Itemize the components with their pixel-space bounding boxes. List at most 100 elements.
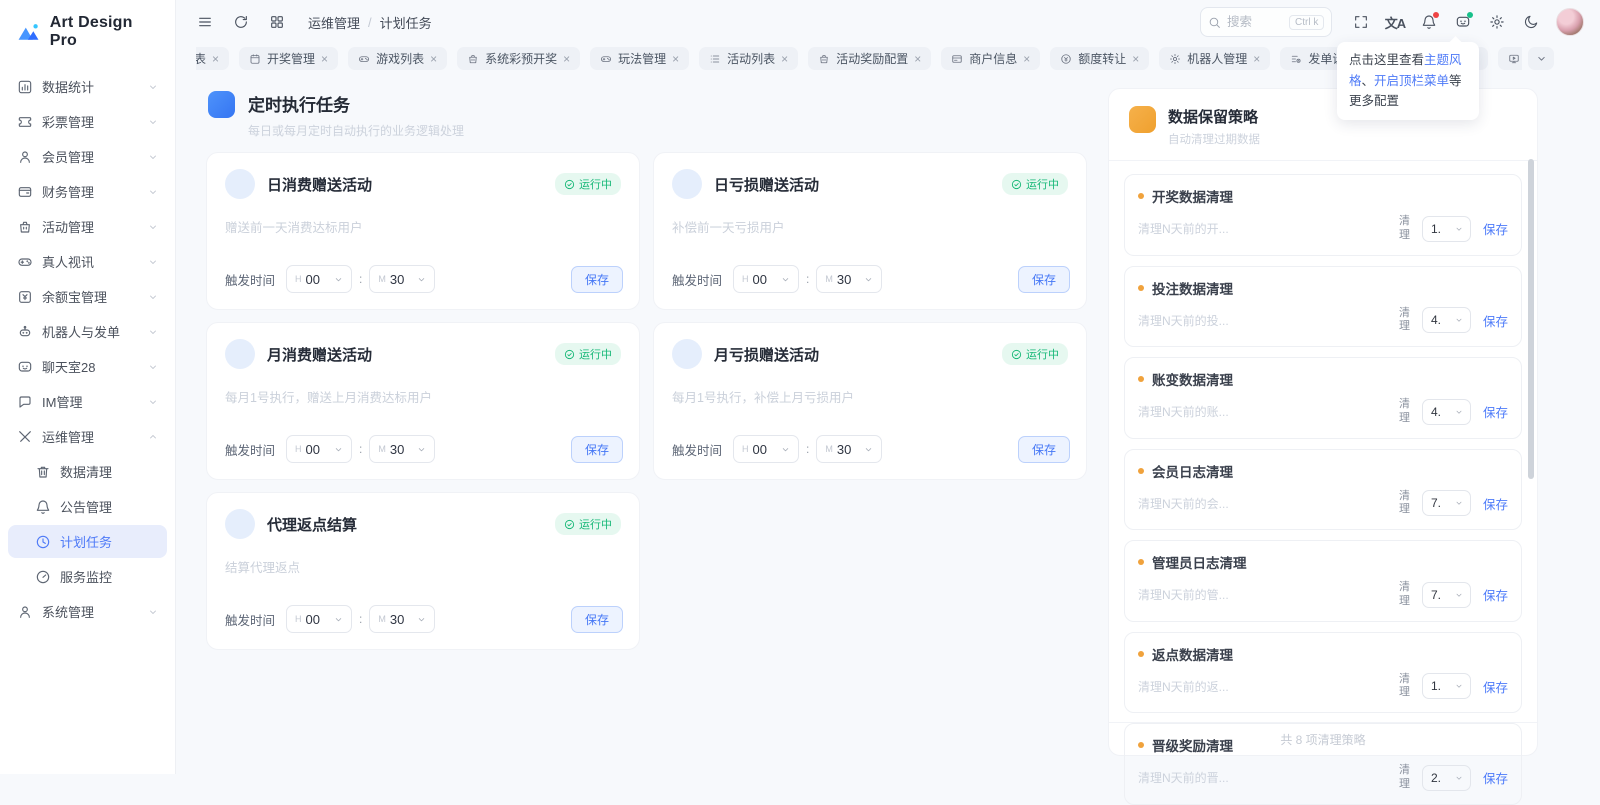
minute-select[interactable]: M30 — [369, 435, 435, 463]
apps-button[interactable] — [262, 7, 292, 37]
save-link[interactable]: 保存 — [1483, 311, 1508, 330]
time-separator: : — [359, 442, 362, 456]
menu-toggle-button[interactable] — [190, 7, 220, 37]
chevron-down-icon — [1454, 590, 1464, 600]
hour-select[interactable]: H00 — [733, 435, 799, 463]
hour-select[interactable]: H00 — [286, 265, 352, 293]
tab-system-lottery[interactable]: 系统彩预开奖× — [457, 47, 580, 70]
close-icon[interactable]: × — [672, 53, 679, 65]
tab-list[interactable]: 单列表× — [196, 47, 229, 70]
minute-select[interactable]: M30 — [816, 435, 882, 463]
sidebar-item-robot[interactable]: 机器人与发单 — [8, 315, 167, 348]
language-button[interactable]: 文A — [1380, 7, 1410, 37]
save-button[interactable]: 保存 — [571, 266, 623, 293]
close-icon[interactable]: × — [1253, 53, 1260, 65]
tab-live-monitor[interactable]: 实时监控× — [1498, 47, 1522, 70]
minute-select[interactable]: M30 — [369, 265, 435, 293]
close-icon[interactable]: × — [1132, 53, 1139, 65]
sidebar-item-live-video[interactable]: 真人视讯 — [8, 245, 167, 278]
top-menu-link[interactable]: 开启顶栏菜单 — [1374, 74, 1449, 88]
sidebar-item-scheduled-tasks[interactable]: 计划任务 — [8, 525, 167, 558]
sidebar-item-data-stats[interactable]: 数据统计 — [8, 70, 167, 103]
save-link[interactable]: 保存 — [1483, 768, 1508, 787]
days-select[interactable]: 1. — [1422, 673, 1471, 699]
days-select[interactable]: 2. — [1422, 765, 1471, 791]
task-title: 月亏损赠送活动 — [714, 344, 819, 365]
tab-activity-list[interactable]: 活动列表× — [699, 47, 798, 70]
breadcrumb-parent[interactable]: 运维管理 — [308, 13, 360, 32]
days-select[interactable]: 4. — [1422, 399, 1471, 425]
sidebar-item-finance[interactable]: 财务管理 — [8, 175, 167, 208]
save-link[interactable]: 保存 — [1483, 585, 1508, 604]
status-badge: 运行中 — [555, 513, 621, 535]
sidebar-item-activity[interactable]: 活动管理 — [8, 210, 167, 243]
close-icon[interactable]: × — [914, 53, 921, 65]
app-logo[interactable]: Art Design Pro — [0, 0, 175, 62]
days-select[interactable]: 7. — [1422, 582, 1471, 608]
tab-play-manage[interactable]: 玩法管理× — [590, 47, 689, 70]
messages-button[interactable] — [1448, 7, 1478, 37]
gamepad-icon — [17, 254, 33, 270]
message-dot — [1467, 12, 1473, 18]
sidebar-item-data-clean[interactable]: 数据清理 — [8, 455, 167, 488]
settings-button[interactable] — [1482, 7, 1512, 37]
tab-robot-manage[interactable]: 机器人管理× — [1159, 47, 1270, 70]
save-button[interactable]: 保存 — [1018, 266, 1070, 293]
global-search[interactable]: Ctrl k — [1200, 7, 1332, 37]
task-avatar — [225, 169, 255, 199]
dark-mode-button[interactable] — [1516, 7, 1546, 37]
save-button[interactable]: 保存 — [1018, 436, 1070, 463]
hour-select[interactable]: H00 — [733, 265, 799, 293]
hour-select[interactable]: H00 — [286, 605, 352, 633]
save-link[interactable]: 保存 — [1483, 494, 1508, 513]
sidebar-item-members[interactable]: 会员管理 — [8, 140, 167, 173]
tab-label: 开奖管理 — [267, 50, 315, 67]
sidebar-item-yuebao[interactable]: 余额宝管理 — [8, 280, 167, 313]
save-link[interactable]: 保存 — [1483, 219, 1508, 238]
panel-scrollbar[interactable] — [1528, 159, 1534, 479]
task-title: 月消费赠送活动 — [267, 344, 372, 365]
close-icon[interactable]: × — [430, 53, 437, 65]
minute-select[interactable]: M30 — [816, 265, 882, 293]
tab-draw-manage[interactable]: 开奖管理 × — [239, 47, 338, 70]
close-icon[interactable]: × — [781, 53, 788, 65]
tab-game-list[interactable]: 游戏列表× — [348, 47, 447, 70]
close-icon[interactable]: × — [321, 53, 328, 65]
days-value: 1. — [1431, 222, 1441, 236]
sidebar-item-announcement[interactable]: 公告管理 — [8, 490, 167, 523]
minute-select[interactable]: M30 — [369, 605, 435, 633]
refresh-button[interactable] — [226, 7, 256, 37]
hour-select[interactable]: H00 — [286, 435, 352, 463]
bullet-icon — [1138, 193, 1144, 199]
close-icon[interactable]: × — [212, 53, 219, 65]
sidebar-item-system[interactable]: 系统管理 — [8, 595, 167, 628]
days-select[interactable]: 7. — [1422, 490, 1471, 516]
tab-merchant-info[interactable]: 商户信息× — [941, 47, 1040, 70]
save-link[interactable]: 保存 — [1483, 402, 1508, 421]
fullscreen-button[interactable] — [1346, 7, 1376, 37]
close-icon[interactable]: × — [1023, 53, 1030, 65]
sidebar-item-ops[interactable]: 运维管理 — [8, 420, 167, 453]
search-input[interactable] — [1227, 15, 1283, 29]
avatar[interactable] — [1556, 8, 1584, 36]
save-button[interactable]: 保存 — [571, 606, 623, 633]
chevron-down-icon — [147, 606, 159, 618]
notifications-button[interactable] — [1414, 7, 1444, 37]
close-icon[interactable]: × — [563, 53, 570, 65]
days-value: 4. — [1431, 313, 1441, 327]
sidebar-item-chatroom[interactable]: 聊天室28 — [8, 350, 167, 383]
tab-activity-reward[interactable]: 活动奖励配置× — [808, 47, 931, 70]
save-button[interactable]: 保存 — [571, 436, 623, 463]
days-select[interactable]: 1. — [1422, 216, 1471, 242]
status-text: 运行中 — [579, 516, 612, 532]
sidebar-item-lottery[interactable]: 彩票管理 — [8, 105, 167, 138]
bullet-icon — [1138, 559, 1144, 565]
sidebar-item-im[interactable]: IM管理 — [8, 385, 167, 418]
task-description: 赠送前一天消费达标用户 — [225, 217, 621, 236]
tab-quota-transfer[interactable]: 额度转让× — [1050, 47, 1149, 70]
message-icon — [17, 394, 33, 410]
days-select[interactable]: 4. — [1422, 307, 1471, 333]
sidebar-item-service-monitor[interactable]: 服务监控 — [8, 560, 167, 593]
tab-overflow-button[interactable] — [1528, 47, 1554, 70]
save-link[interactable]: 保存 — [1483, 677, 1508, 696]
